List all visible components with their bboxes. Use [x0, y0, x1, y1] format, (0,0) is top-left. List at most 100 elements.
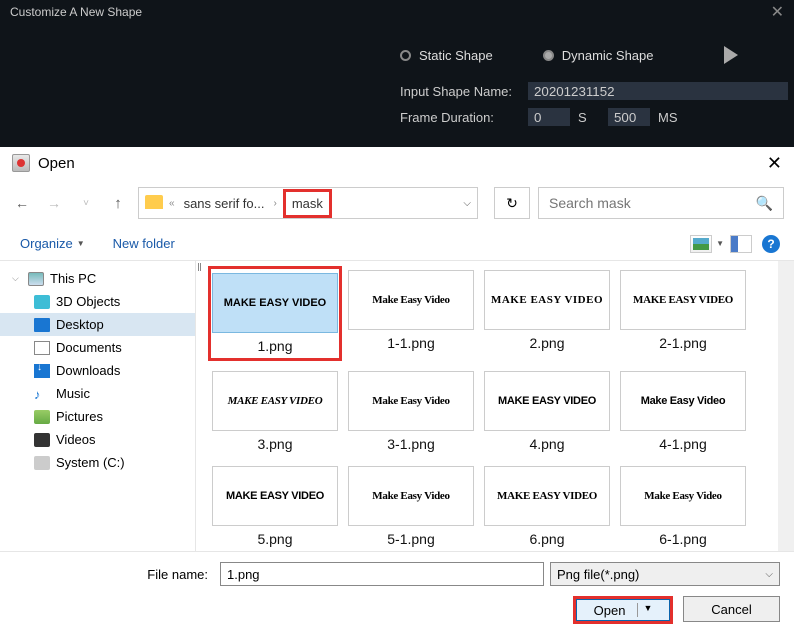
- preview-pane-button[interactable]: [730, 235, 752, 253]
- dialog-close-icon[interactable]: ✕: [767, 153, 782, 174]
- dynamic-shape-radio[interactable]: Dynamic Shape: [543, 48, 654, 63]
- shape-editor-header: Customize A New Shape ✕ Static Shape Dyn…: [0, 0, 794, 147]
- file-name-label: File name:: [14, 567, 214, 582]
- sidebar-item-documents[interactable]: Documents: [0, 336, 195, 359]
- file-item[interactable]: MAKE EASY VIDEO5.png: [208, 462, 342, 551]
- sidebar-item-label: Pictures: [56, 409, 103, 424]
- static-shape-radio[interactable]: Static Shape: [400, 48, 493, 63]
- sidebar-item-pictures[interactable]: Pictures: [0, 405, 195, 428]
- radio-unfilled-icon: [400, 50, 411, 61]
- file-label: 4-1.png: [659, 436, 706, 452]
- sidebar-item-label: Documents: [56, 340, 122, 355]
- sidebar: ⌵ This PC 3D Objects Desktop Documents Downlo…: [0, 261, 196, 551]
- dialog-title: Open: [38, 155, 75, 172]
- sidebar-item-3d-objects[interactable]: 3D Objects: [0, 290, 195, 313]
- frame-duration-sec-input[interactable]: [528, 108, 570, 126]
- sidebar-item-label: This PC: [50, 271, 96, 286]
- search-input[interactable]: [549, 188, 756, 218]
- frame-duration-label: Frame Duration:: [400, 110, 520, 125]
- forward-button[interactable]: →: [42, 195, 66, 211]
- view-mode-button[interactable]: [690, 235, 712, 253]
- play-icon[interactable]: [724, 46, 738, 64]
- file-thumbnail: MAKE EASY VIDEO: [212, 273, 338, 333]
- sidebar-resize-handle[interactable]: [196, 261, 204, 551]
- breadcrumb-dropdown-icon[interactable]: ⌵: [463, 198, 471, 209]
- file-thumbnail: MAKE EASY VIDEO: [484, 371, 610, 431]
- search-icon[interactable]: 🔍: [756, 195, 773, 212]
- file-label: 2.png: [529, 335, 564, 351]
- folder-type-icon: [34, 295, 50, 309]
- file-item[interactable]: Make Easy Video6-1.png: [616, 462, 750, 551]
- sidebar-item-label: Videos: [56, 432, 96, 447]
- search-box: 🔍: [538, 187, 784, 219]
- breadcrumb-item-current[interactable]: mask: [283, 189, 332, 218]
- breadcrumb[interactable]: « sans serif fo... › mask ⌵: [138, 187, 478, 219]
- file-thumbnail: Make Easy Video: [620, 466, 746, 526]
- file-item[interactable]: MAKE EASY VIDEO1.png: [208, 266, 342, 361]
- expand-caret-icon[interactable]: ⌵: [12, 273, 22, 284]
- breadcrumb-item-parent[interactable]: sans serif fo...: [181, 194, 268, 213]
- cancel-button[interactable]: Cancel: [683, 596, 780, 622]
- file-thumbnail: Make Easy Video: [620, 371, 746, 431]
- shape-name-input[interactable]: [528, 82, 788, 100]
- view-mode-dropdown-icon[interactable]: ▼: [716, 239, 724, 248]
- folder-type-icon: [34, 410, 50, 424]
- file-thumbnail: Make Easy Video: [348, 270, 474, 330]
- sidebar-item-label: 3D Objects: [56, 294, 120, 309]
- input-shape-name-label: Input Shape Name:: [400, 84, 520, 99]
- sidebar-item-label: System (C:): [56, 455, 125, 470]
- file-item[interactable]: MAKE EASY VIDEO2.png: [480, 266, 614, 361]
- sidebar-item-music[interactable]: ♪Music: [0, 382, 195, 405]
- folder-type-icon: [28, 272, 44, 286]
- file-item[interactable]: Make Easy Video5-1.png: [344, 462, 478, 551]
- close-icon[interactable]: ✕: [771, 2, 784, 22]
- organize-menu[interactable]: Organize ▼: [20, 236, 85, 251]
- file-item[interactable]: Make Easy Video 4-1.png: [616, 367, 750, 456]
- sidebar-item-label: Desktop: [56, 317, 104, 332]
- file-item[interactable]: Make Easy Video 1-1.png: [344, 266, 478, 361]
- sidebar-item-system-c-[interactable]: System (C:): [0, 451, 195, 474]
- recent-dropdown[interactable]: ˅: [74, 198, 98, 209]
- sidebar-item-downloads[interactable]: Downloads: [0, 359, 195, 382]
- frame-duration-ms-input[interactable]: [608, 108, 650, 126]
- file-label: 1-1.png: [387, 335, 434, 351]
- back-button[interactable]: ←: [10, 195, 34, 211]
- scrollbar[interactable]: [778, 261, 794, 551]
- new-folder-button[interactable]: New folder: [113, 236, 175, 251]
- file-item[interactable]: MAKE EASY VIDEO2-1.png: [616, 266, 750, 361]
- folder-type-icon: [34, 433, 50, 447]
- app-icon: [12, 154, 30, 172]
- ms-unit: MS: [658, 110, 680, 125]
- file-label: 5.png: [257, 531, 292, 547]
- breadcrumb-overflow[interactable]: «: [169, 198, 175, 209]
- sidebar-item-label: Downloads: [56, 363, 120, 378]
- file-grid: MAKE EASY VIDEO1.pngMake Easy Video1-1.p…: [204, 261, 794, 551]
- file-label: 4.png: [529, 436, 564, 452]
- file-item[interactable]: Make Easy Video3-1.png: [344, 367, 478, 456]
- refresh-button[interactable]: ↻: [494, 187, 530, 219]
- folder-type-icon: [34, 341, 50, 355]
- sidebar-item-videos[interactable]: Videos: [0, 428, 195, 451]
- file-thumbnail: Make Easy Video: [348, 466, 474, 526]
- organize-label: Organize: [20, 236, 73, 251]
- file-type-label: Png file(*.png): [557, 567, 639, 582]
- file-item[interactable]: MAKE EASY VIDEO6.png: [480, 462, 614, 551]
- help-icon[interactable]: ?: [762, 235, 780, 253]
- sidebar-item-this-pc[interactable]: ⌵ This PC: [0, 267, 195, 290]
- sidebar-item-desktop[interactable]: Desktop: [0, 313, 195, 336]
- file-label: 3.png: [257, 436, 292, 452]
- open-button[interactable]: Open ▼: [576, 599, 670, 621]
- chevron-down-icon: ⌵: [765, 569, 773, 580]
- folder-type-icon: [34, 318, 50, 332]
- open-button-label: Open: [594, 603, 626, 618]
- open-button-dropdown-icon[interactable]: ▼: [637, 603, 652, 617]
- folder-type-icon: [34, 364, 50, 378]
- up-button[interactable]: ↑: [106, 195, 130, 212]
- shape-editor-title: Customize A New Shape: [10, 5, 142, 19]
- file-item[interactable]: MAKE EASY VIDEO3.png: [208, 367, 342, 456]
- file-type-select[interactable]: Png file(*.png) ⌵: [550, 562, 780, 586]
- file-label: 3-1.png: [387, 436, 434, 452]
- file-label: 6.png: [529, 531, 564, 547]
- file-name-input[interactable]: [220, 562, 544, 586]
- file-item[interactable]: MAKE EASY VIDEO 4.png: [480, 367, 614, 456]
